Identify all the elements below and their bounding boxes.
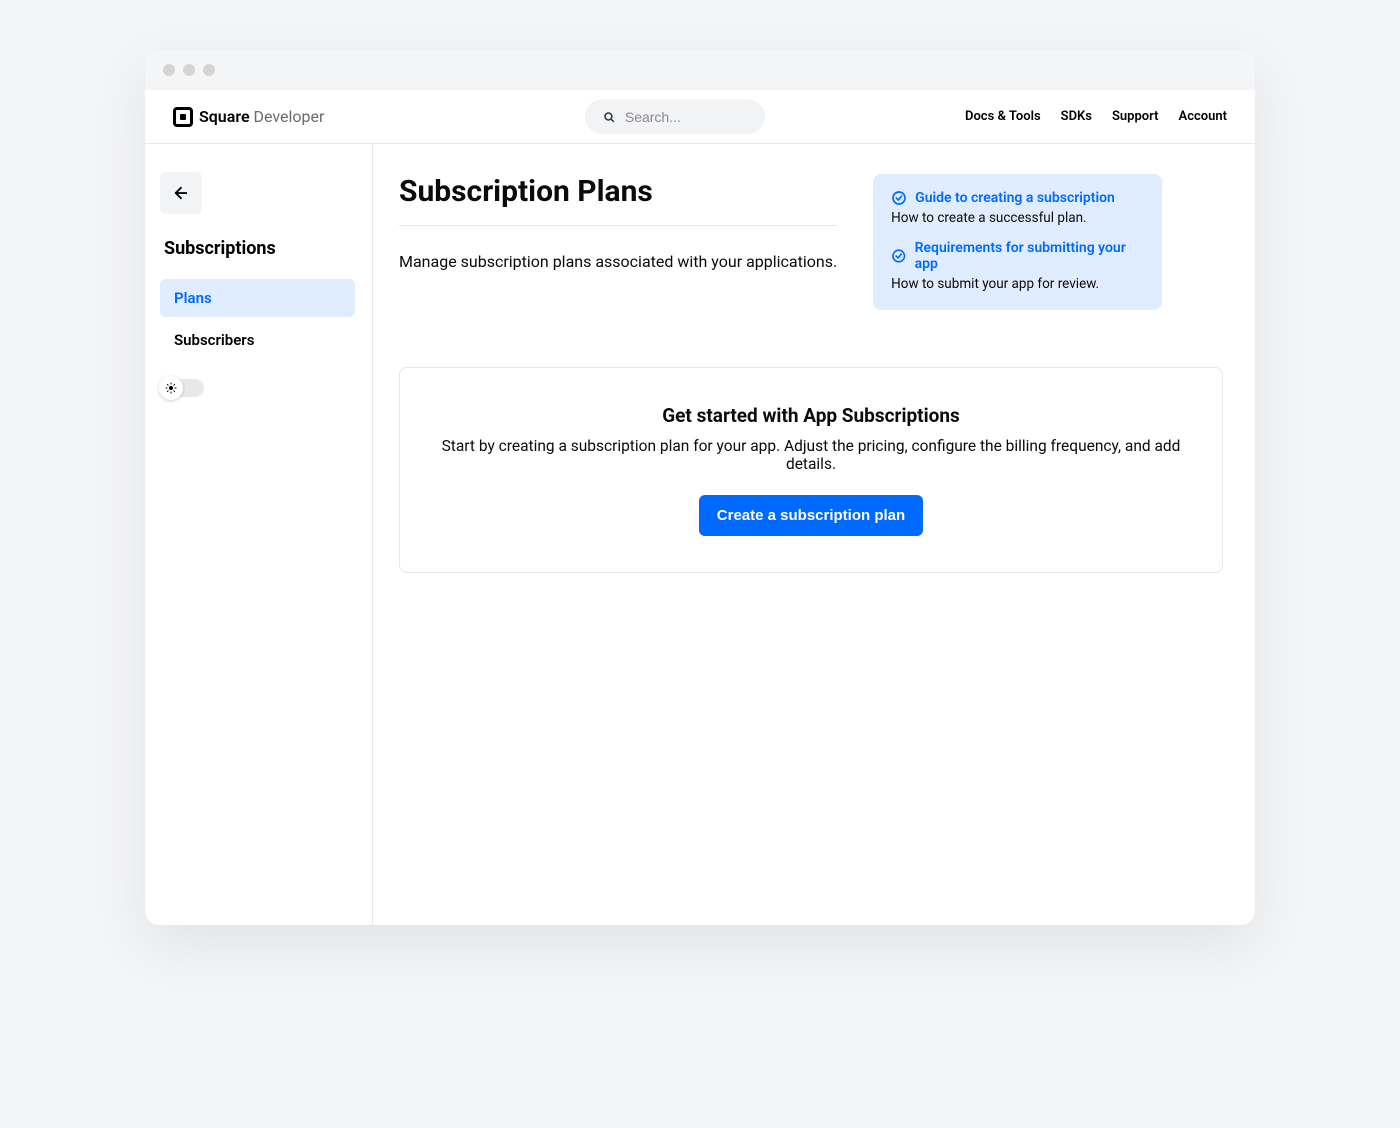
cta-card: Get started with App Subscriptions Start… — [399, 367, 1223, 573]
check-circle-icon — [891, 190, 907, 206]
logo-text-primary: Square — [199, 107, 250, 126]
sidebar-item-label: Plans — [174, 289, 212, 307]
info-link-text: Requirements for submitting your app — [915, 240, 1145, 272]
sidebar: Subscriptions Plans Subscribers — [145, 144, 373, 925]
main: Subscription Plans Manage subscription p… — [373, 144, 1255, 925]
info-link-requirements[interactable]: Requirements for submitting your app — [891, 240, 1144, 272]
info-desc: How to create a successful plan. — [891, 210, 1144, 226]
square-logo-icon — [173, 107, 193, 127]
sidebar-title: Subscriptions — [160, 238, 357, 259]
window-maximize-dot[interactable] — [203, 64, 215, 76]
arrow-left-icon — [172, 184, 190, 202]
theme-toggle-knob — [159, 376, 183, 400]
nav-sdks[interactable]: SDKs — [1061, 109, 1092, 124]
app-window: Square Developer Docs & Tools SDKs Suppo… — [145, 50, 1255, 925]
info-item: Requirements for submitting your app How… — [891, 240, 1144, 292]
page-title: Subscription Plans — [399, 174, 837, 209]
sidebar-item-label: Subscribers — [174, 331, 254, 349]
page-subtitle: Manage subscription plans associated wit… — [399, 252, 837, 271]
body: Subscriptions Plans Subscribers Subscrip… — [145, 144, 1255, 925]
info-link-guide[interactable]: Guide to creating a subscription — [891, 190, 1144, 206]
logo[interactable]: Square Developer — [173, 107, 324, 127]
window-close-dot[interactable] — [163, 64, 175, 76]
info-item: Guide to creating a subscription How to … — [891, 190, 1144, 226]
back-button[interactable] — [160, 172, 202, 214]
create-subscription-plan-button[interactable]: Create a subscription plan — [699, 495, 923, 536]
sun-icon — [165, 382, 177, 394]
check-circle-icon — [891, 248, 906, 264]
info-desc: How to submit your app for review. — [891, 276, 1144, 292]
search-input[interactable] — [625, 109, 747, 125]
divider — [399, 225, 837, 226]
cta-title: Get started with App Subscriptions — [426, 404, 1196, 427]
search-input-container[interactable] — [585, 99, 765, 134]
info-panel: Guide to creating a subscription How to … — [873, 174, 1162, 310]
header: Square Developer Docs & Tools SDKs Suppo… — [145, 90, 1255, 144]
cta-desc: Start by creating a subscription plan fo… — [426, 437, 1196, 473]
window-chrome — [145, 50, 1255, 90]
theme-toggle[interactable] — [160, 379, 204, 397]
search-icon — [603, 110, 615, 124]
info-link-text: Guide to creating a subscription — [915, 190, 1115, 206]
sidebar-item-subscribers[interactable]: Subscribers — [160, 321, 357, 359]
nav-docs-tools[interactable]: Docs & Tools — [965, 109, 1041, 124]
sidebar-item-plans[interactable]: Plans — [160, 279, 355, 317]
nav-account[interactable]: Account — [1179, 109, 1227, 124]
nav-support[interactable]: Support — [1112, 109, 1159, 124]
logo-text-secondary: Developer — [254, 107, 325, 126]
window-minimize-dot[interactable] — [183, 64, 195, 76]
header-nav: Docs & Tools SDKs Support Account — [965, 109, 1227, 124]
